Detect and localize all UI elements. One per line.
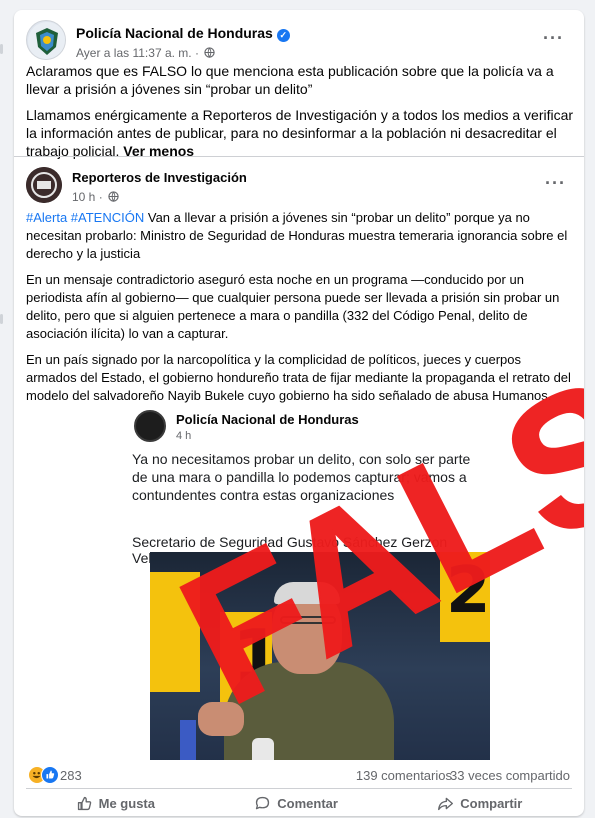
shared-page-name[interactable]: Reporteros de Investigación <box>72 170 247 185</box>
page-name[interactable]: Policía Nacional de Honduras ✓ <box>76 25 290 42</box>
verified-badge-icon: ✓ <box>276 29 290 42</box>
shares-count[interactable]: 33 veces compartido <box>450 768 570 783</box>
comment-icon <box>256 796 270 810</box>
reaction-count[interactable]: 283 <box>60 768 82 783</box>
comment-label: Comentar <box>277 796 338 811</box>
embedded-avatar <box>134 410 166 442</box>
shared-post[interactable]: Reporteros de Investigación 10 h · ··· #… <box>14 156 584 760</box>
thumbs-up-icon <box>77 796 91 811</box>
like-button[interactable]: Me gusta <box>76 795 155 812</box>
comment-button[interactable]: Comentar <box>254 795 338 812</box>
comments-count[interactable]: 139 comentarios <box>356 768 452 783</box>
reporteros-logo-icon <box>26 167 62 203</box>
post-text: Aclaramos que es FALSO lo que menciona e… <box>26 62 574 168</box>
like-reaction-icon <box>41 766 59 784</box>
post-meta[interactable]: Ayer a las 11:37 a. m. · <box>76 46 215 60</box>
reaction-icons[interactable] <box>28 766 62 784</box>
flag <box>180 720 196 760</box>
shared-post-text: #Alerta #ATENCIÓN Van a llevar a prisión… <box>26 209 572 413</box>
side-scroll-indicator <box>0 314 3 324</box>
post-paragraph: Aclaramos que es FALSO lo que menciona e… <box>26 63 554 97</box>
side-scroll-indicator <box>0 44 3 54</box>
post-paragraph: Llamamos enérgicamente a Reporteros de I… <box>26 107 574 159</box>
shared-post-meta[interactable]: 10 h · <box>72 190 119 204</box>
globe-icon <box>204 47 215 58</box>
embedded-page-name: Policía Nacional de Honduras <box>176 412 359 427</box>
share-label: Compartir <box>460 796 523 811</box>
shared-post-header: Reporteros de Investigación 10 h · ··· <box>26 167 572 207</box>
page-avatar[interactable] <box>26 20 66 60</box>
shared-paragraph: En un mensaje contradictorio aseguró est… <box>26 272 560 341</box>
share-button[interactable]: Compartir <box>437 795 522 812</box>
shared-page-avatar[interactable] <box>26 167 62 203</box>
embedded-post-meta: 4 h <box>176 430 192 442</box>
more-options-icon[interactable]: ··· <box>545 173 566 194</box>
like-label: Me gusta <box>98 796 155 811</box>
share-icon <box>438 797 454 811</box>
hashtag-link[interactable]: #Alerta #ATENCIÓN <box>26 210 144 225</box>
post-card: Policía Nacional de Honduras ✓ Ayer a las… <box>14 10 584 816</box>
microphone <box>252 738 274 760</box>
more-options-icon[interactable]: ··· <box>543 28 564 49</box>
police-logo-icon <box>28 22 65 59</box>
reactions-bar: 283 139 comentarios 33 veces compartido <box>26 766 572 786</box>
shared-paragraph: #Alerta #ATENCIÓN Van a llevar a prisión… <box>26 210 568 261</box>
action-bar: Me gusta Comentar Compartir <box>26 788 572 814</box>
globe-icon <box>108 191 119 202</box>
post-header: Policía Nacional de Honduras ✓ Ayer a las… <box>26 20 572 62</box>
